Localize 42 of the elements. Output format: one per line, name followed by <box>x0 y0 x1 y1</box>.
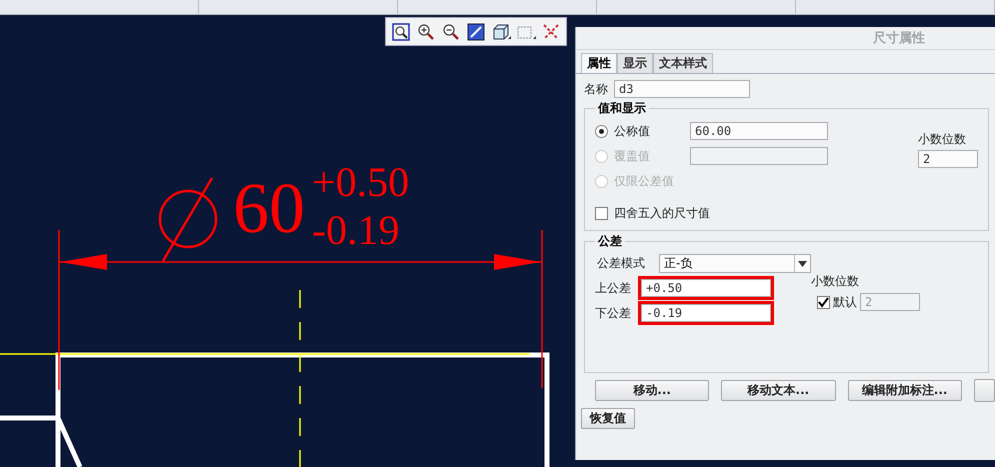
action-button[interactable]: 移动文本... <box>721 380 836 401</box>
tab[interactable]: 文本样式 <box>653 53 713 73</box>
checkbox-label: 默认 <box>833 294 857 310</box>
group-title: 公差 <box>596 233 623 250</box>
restore-button[interactable]: 恢复值 <box>581 408 635 429</box>
input-field[interactable]: -0.19 <box>641 304 771 322</box>
field-label: 小数位数 <box>918 131 967 148</box>
dialog-title: 尺寸属性 <box>873 30 925 47</box>
input-field[interactable]: 2 <box>918 150 978 168</box>
field-label: 公差模式 <box>597 255 646 272</box>
repaint-icon <box>466 22 486 42</box>
checkbox[interactable] <box>817 296 830 308</box>
input-field[interactable]: +0.50 <box>641 279 771 297</box>
field-label: 上公差 <box>595 280 632 296</box>
action-button[interactable]: 编辑附加标注... <box>848 380 962 401</box>
mode-dropdown[interactable]: 正-负 <box>659 254 811 273</box>
zoom-fit-icon-button[interactable] <box>390 20 412 42</box>
zoom-out-icon <box>441 22 461 42</box>
field-label: 下公差 <box>595 304 632 322</box>
zoom-fit-icon <box>391 22 411 42</box>
cube-icon <box>491 22 511 42</box>
action-button[interactable]: 移动... <box>595 380 710 401</box>
input-field[interactable]: d3 <box>614 80 750 98</box>
diameter-icon <box>158 177 218 262</box>
checkbox-label: 四舍五入的尺寸值 <box>614 205 710 222</box>
field-label: 名称 <box>584 80 608 98</box>
tab[interactable]: 显示 <box>617 53 653 73</box>
checkbox[interactable] <box>595 207 608 220</box>
repaint-icon-button[interactable] <box>465 20 487 42</box>
group-title: 值和显示 <box>596 100 647 117</box>
radio-label: 公称值 <box>614 122 651 140</box>
radio-label: 覆盖值 <box>614 148 651 164</box>
radio-button[interactable] <box>595 124 608 138</box>
lower-tolerance-text: -0.19 <box>312 208 400 254</box>
radio-label: 仅限公差值 <box>614 172 675 190</box>
dimension-value: 60 <box>233 168 305 248</box>
upper-tolerance-text: +0.50 <box>312 160 410 206</box>
tab[interactable]: 属性 <box>581 53 617 73</box>
input-field[interactable]: 60.00 <box>690 122 828 140</box>
caret-icon <box>798 260 807 266</box>
field-label: 小数位数 <box>811 273 860 290</box>
zoom-in-icon <box>416 22 436 42</box>
